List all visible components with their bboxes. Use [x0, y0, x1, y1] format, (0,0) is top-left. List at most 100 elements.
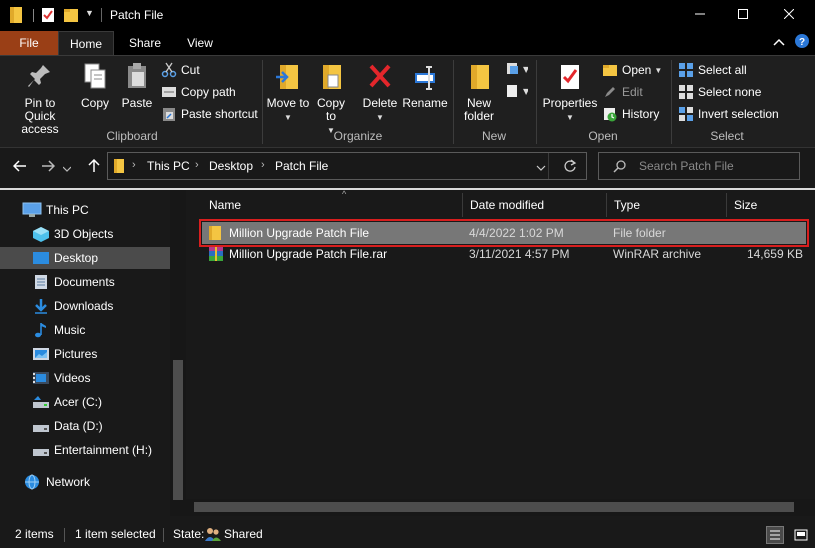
copy-button[interactable]: Copy [78, 61, 112, 110]
breadcrumb-separator: › [132, 159, 136, 171]
file-date: 4/4/2022 1:02 PM [469, 226, 564, 240]
table-row[interactable]: Million Upgrade Patch File 4/4/2022 1:02… [199, 219, 809, 247]
column-header-type[interactable]: Type [607, 193, 727, 217]
large-icons-view-icon [794, 529, 808, 541]
minimize-icon [695, 8, 705, 22]
sidebar-item-label: Desktop [54, 251, 99, 265]
recent-locations-button[interactable] [60, 158, 74, 178]
copy-path-button[interactable]: Copy path [161, 82, 236, 102]
sidebar-item-downloads[interactable]: Downloads [0, 295, 170, 317]
sort-up-icon: ^ [342, 189, 347, 199]
select-none-button[interactable]: Select none [678, 82, 761, 102]
pin-quick-access-button[interactable]: Pin to Quick access [4, 61, 76, 136]
sidebar-scrollbar[interactable] [170, 190, 186, 516]
scrollbar-thumb[interactable] [194, 502, 794, 512]
address-bar[interactable]: › This PC › Desktop › Patch File [107, 152, 587, 180]
history-button[interactable]: History [602, 104, 659, 124]
sidebar-item-data-d[interactable]: Data (D:) [0, 415, 170, 437]
close-button[interactable] [766, 0, 812, 30]
breadcrumb-desktop[interactable]: Desktop [209, 159, 253, 173]
navigation-bar: › This PC › Desktop › Patch File Search … [0, 148, 815, 188]
sidebar-item-documents[interactable]: Documents [0, 271, 170, 293]
sidebar-item-3d-objects[interactable]: 3D Objects [0, 223, 170, 245]
window-title: Patch File [110, 8, 164, 22]
scrollbar-thumb[interactable] [173, 360, 183, 500]
sidebar-item-pictures[interactable]: Pictures [0, 343, 170, 365]
up-button[interactable] [84, 158, 104, 178]
tab-share[interactable]: Share [118, 31, 172, 55]
cut-button[interactable]: Cut [161, 60, 200, 80]
ribbon-tabs: File Home Share View ? [0, 30, 815, 55]
select-all-button[interactable]: Select all [678, 60, 747, 80]
state-label: State: [173, 527, 205, 541]
column-date-label: Date modified [470, 198, 545, 212]
new-folder-button[interactable]: New folder [456, 61, 502, 123]
invert-selection-button[interactable]: Invert selection [678, 104, 779, 124]
paste-shortcut-button[interactable]: Paste shortcut [161, 104, 258, 124]
column-header-name[interactable]: ^ Name [202, 189, 463, 217]
divider [453, 60, 454, 144]
edit-button[interactable]: Edit [602, 82, 643, 102]
divider [101, 8, 102, 22]
breadcrumb-patch-file[interactable]: Patch File [275, 159, 328, 173]
open-button[interactable]: Open ▼ [602, 60, 662, 80]
easy-access-icon[interactable]: ▼ [506, 84, 530, 101]
collapse-ribbon-icon[interactable] [773, 36, 785, 50]
file-list-scrollbar[interactable] [186, 499, 815, 516]
rename-button[interactable]: Rename [402, 61, 448, 110]
sidebar-item-entertainment-h[interactable]: Entertainment (H:) [0, 439, 170, 461]
maximize-button[interactable] [720, 0, 766, 30]
minimize-button[interactable] [677, 0, 723, 30]
sidebar-item-desktop[interactable]: Desktop [0, 247, 170, 269]
delete-button[interactable]: Delete ▼ [359, 61, 401, 124]
sidebar-item-acer-c[interactable]: Acer (C:) [0, 391, 170, 413]
sidebar-item-music[interactable]: Music [0, 319, 170, 341]
tab-view[interactable]: View [176, 31, 224, 55]
refresh-icon[interactable] [563, 159, 577, 176]
help-icon[interactable]: ? [794, 33, 810, 52]
forward-button[interactable] [38, 158, 58, 178]
ribbon: Pin to Quick access Copy Paste Cut Copy … [0, 55, 815, 148]
new-group-label: New [481, 129, 506, 143]
shared-users-icon [204, 526, 222, 545]
maximize-icon [738, 8, 748, 22]
properties-icon[interactable] [40, 6, 58, 24]
state-value: Shared [224, 527, 263, 541]
chevron-down-icon: ▼ [284, 113, 292, 122]
sidebar-item-label: Downloads [54, 299, 114, 313]
drive-icon [33, 425, 49, 432]
folder-icon [113, 158, 125, 177]
column-header-size[interactable]: Size [727, 193, 806, 217]
new-folder-icon[interactable] [63, 6, 81, 24]
search-icon [613, 159, 627, 176]
column-header-date[interactable]: Date modified [463, 193, 607, 217]
address-dropdown-icon[interactable] [536, 161, 546, 175]
tab-file[interactable]: File [0, 31, 58, 55]
arrow-right-icon [41, 159, 56, 177]
sidebar-item-videos[interactable]: Videos [0, 367, 170, 389]
new-item-icon[interactable]: ▼ [506, 62, 530, 79]
search-input[interactable]: Search Patch File [598, 152, 800, 180]
move-to-button[interactable]: Move to ▼ [266, 61, 310, 124]
copy-to-button[interactable]: Copy to ▼ [311, 61, 351, 137]
details-view-button[interactable] [766, 526, 784, 544]
svg-text:▼: ▼ [523, 87, 528, 96]
status-bar: 2 items 1 item selected State: Shared [0, 522, 815, 548]
properties-button[interactable]: Properties ▼ [540, 61, 600, 124]
move-to-label: Move to [266, 96, 310, 110]
desktop-icon [33, 252, 49, 264]
paste-button[interactable]: Paste [118, 61, 156, 110]
table-row[interactable]: Million Upgrade Patch File.rar 3/11/2021… [202, 243, 806, 265]
pin-label: Pin to Quick access [21, 96, 59, 136]
sidebar-item-network[interactable]: Network [0, 471, 170, 493]
sidebar-item-label: This PC [46, 203, 89, 217]
customize-toolbar-icon[interactable]: ▼ [85, 8, 94, 18]
invert-selection-label: Invert selection [698, 107, 779, 121]
large-icons-view-button[interactable] [792, 526, 810, 544]
history-icon [604, 108, 617, 122]
arrow-left-icon [12, 159, 27, 177]
breadcrumb-this-pc[interactable]: This PC [147, 159, 190, 173]
sidebar-item-this-pc[interactable]: This PC [0, 199, 170, 221]
tab-home[interactable]: Home [58, 31, 114, 55]
back-button[interactable] [10, 158, 30, 178]
